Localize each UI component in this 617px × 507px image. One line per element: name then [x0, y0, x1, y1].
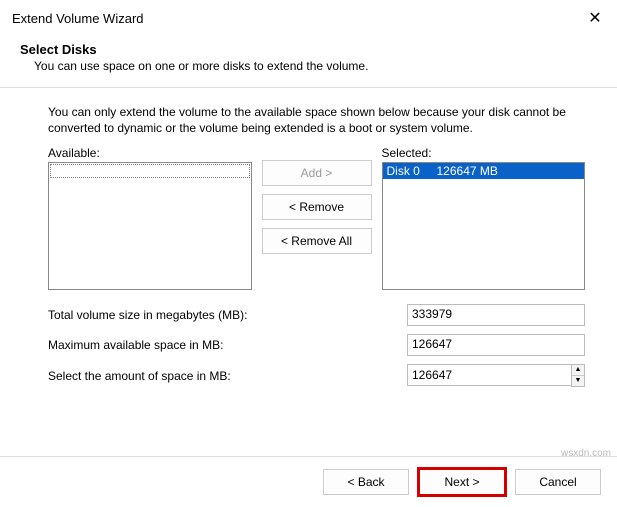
list-item[interactable]: Disk 0 126647 MB [383, 163, 585, 179]
amount-input[interactable] [407, 364, 571, 386]
page-subheading: You can use space on one or more disks t… [20, 59, 597, 73]
max-space-value: 126647 [407, 334, 585, 356]
total-size-value: 333979 [407, 304, 585, 326]
total-size-label: Total volume size in megabytes (MB): [48, 308, 407, 322]
wizard-body: You can only extend the volume to the av… [0, 88, 617, 456]
available-listbox[interactable] [48, 162, 252, 290]
spinner-up-icon[interactable]: ▲ [572, 365, 584, 376]
selected-listbox[interactable]: Disk 0 126647 MB [382, 162, 586, 290]
page-heading: Select Disks [20, 42, 597, 57]
list-item[interactable] [50, 164, 250, 178]
max-space-label: Maximum available space in MB: [48, 338, 407, 352]
window-title: Extend Volume Wizard [12, 11, 144, 26]
spinner-down-icon[interactable]: ▼ [572, 376, 584, 386]
next-button[interactable]: Next > [419, 469, 505, 495]
amount-label: Select the amount of space in MB: [48, 369, 407, 383]
close-icon[interactable]: ✕ [585, 8, 605, 28]
info-text: You can only extend the volume to the av… [48, 104, 585, 136]
back-button[interactable]: < Back [323, 469, 409, 495]
cancel-button[interactable]: Cancel [515, 469, 601, 495]
titlebar: Extend Volume Wizard ✕ [0, 0, 617, 32]
available-label: Available: [48, 146, 252, 160]
wizard-footer: < Back Next > Cancel [0, 456, 617, 507]
remove-button[interactable]: < Remove [262, 194, 372, 220]
selected-label: Selected: [382, 146, 586, 160]
wizard-header: Select Disks You can use space on one or… [0, 32, 617, 88]
remove-all-button[interactable]: < Remove All [262, 228, 372, 254]
add-button[interactable]: Add > [262, 160, 372, 186]
